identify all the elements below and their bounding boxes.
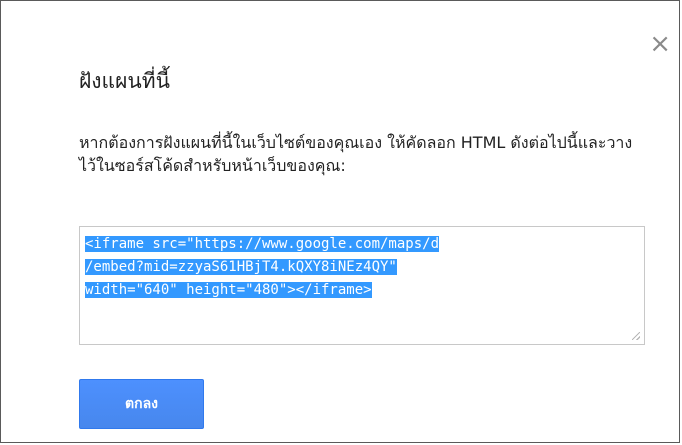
embed-code-line: <iframe src="https://www.google.com/maps… <box>85 236 440 252</box>
dialog-description: หากต้องการฝังแผนที่นี้ในเว็บไซต์ของคุณเอ… <box>79 133 633 175</box>
embed-code-line: width="640" height="480"></iframe> <box>85 282 372 298</box>
resize-grip-icon[interactable] <box>632 332 640 340</box>
embed-code-line: /embed?mid=zzyaS61HBjT4.kQXY8iNEz4QY" <box>85 259 397 275</box>
dialog-title: ฝังแผนที่นี้ <box>79 69 170 93</box>
embed-code-text[interactable]: <iframe src="https://www.google.com/maps… <box>85 233 440 302</box>
close-icon[interactable]: × <box>649 31 671 57</box>
embed-code-textarea[interactable]: <iframe src="https://www.google.com/maps… <box>79 226 645 345</box>
ok-button[interactable]: ตกลง <box>79 379 204 429</box>
embed-map-dialog: × ฝังแผนที่นี้ หากต้องการฝังแผนที่นี้ในเ… <box>0 0 680 443</box>
